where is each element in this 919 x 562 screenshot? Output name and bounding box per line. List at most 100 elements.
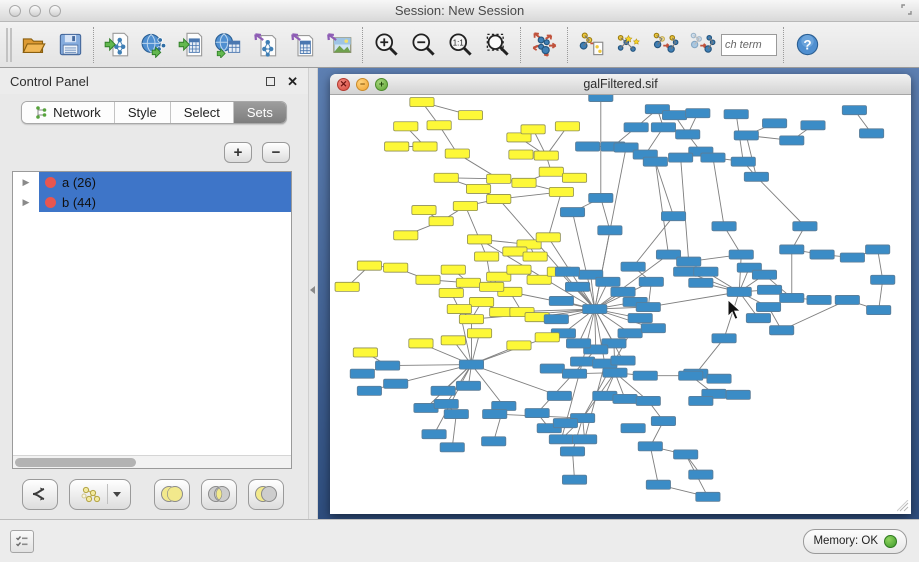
- graph-node[interactable]: [596, 277, 620, 286]
- graph-edge[interactable]: [655, 162, 673, 217]
- export-network-button[interactable]: [248, 27, 282, 63]
- graph-node[interactable]: [746, 314, 770, 323]
- graph-node[interactable]: [633, 371, 657, 380]
- graph-node[interactable]: [701, 153, 725, 162]
- network-from-selection-button[interactable]: [574, 27, 608, 63]
- graph-node[interactable]: [444, 410, 468, 419]
- graph-node[interactable]: [353, 348, 377, 357]
- graph-node[interactable]: [429, 217, 453, 226]
- graph-node[interactable]: [458, 111, 482, 120]
- graph-edge[interactable]: [452, 414, 456, 447]
- graph-edge[interactable]: [650, 446, 658, 484]
- graph-node[interactable]: [840, 253, 864, 262]
- graph-node[interactable]: [689, 470, 713, 479]
- graph-node[interactable]: [547, 391, 571, 400]
- set-intersection-button[interactable]: [201, 479, 237, 510]
- set-union-button[interactable]: [154, 479, 190, 510]
- graph-node[interactable]: [447, 305, 471, 314]
- network-frame-titlebar[interactable]: ✕ − + galFiltered.sif: [330, 74, 911, 95]
- graph-node[interactable]: [762, 119, 786, 128]
- graph-node[interactable]: [487, 174, 511, 183]
- graph-edge[interactable]: [756, 177, 805, 226]
- graph-node[interactable]: [726, 390, 750, 399]
- graph-node[interactable]: [482, 437, 506, 446]
- graph-node[interactable]: [560, 208, 584, 217]
- graph-node[interactable]: [375, 361, 399, 370]
- graph-node[interactable]: [570, 357, 594, 366]
- graph-node[interactable]: [679, 371, 703, 380]
- graph-node[interactable]: [534, 151, 558, 160]
- graph-node[interactable]: [507, 265, 531, 274]
- graph-node[interactable]: [727, 287, 751, 296]
- graph-node[interactable]: [560, 447, 584, 456]
- graph-node[interactable]: [712, 334, 736, 343]
- graph-node[interactable]: [483, 410, 507, 419]
- search-input[interactable]: ch term: [721, 34, 777, 56]
- graph-node[interactable]: [662, 111, 686, 120]
- graph-node[interactable]: [549, 296, 573, 305]
- graph-node[interactable]: [384, 379, 408, 388]
- zoom-actual-size-button[interactable]: 1:1: [443, 27, 477, 63]
- graph-edge[interactable]: [713, 158, 724, 227]
- new-network-selected-all-edges-button[interactable]: [648, 27, 682, 63]
- import-table-url-button[interactable]: [211, 27, 245, 63]
- graph-node[interactable]: [434, 173, 458, 182]
- graph-node[interactable]: [583, 305, 607, 314]
- graph-node[interactable]: [445, 149, 469, 158]
- save-session-button[interactable]: [53, 27, 87, 63]
- graph-node[interactable]: [507, 341, 531, 350]
- graph-node[interactable]: [555, 122, 579, 131]
- graph-node[interactable]: [651, 417, 675, 426]
- graph-node[interactable]: [801, 121, 825, 130]
- graph-node[interactable]: [350, 369, 374, 378]
- graph-node[interactable]: [562, 369, 586, 378]
- graph-node[interactable]: [487, 194, 511, 203]
- graph-node[interactable]: [549, 187, 573, 196]
- import-table-file-button[interactable]: [174, 27, 208, 63]
- import-network-file-button[interactable]: [100, 27, 134, 63]
- graph-node[interactable]: [867, 306, 891, 315]
- graph-node[interactable]: [562, 475, 586, 484]
- graph-node[interactable]: [453, 202, 477, 211]
- graph-node[interactable]: [536, 233, 560, 242]
- graph-node[interactable]: [677, 257, 701, 266]
- graph-node[interactable]: [628, 314, 652, 323]
- export-image-button[interactable]: [322, 27, 356, 63]
- graph-node[interactable]: [756, 302, 780, 311]
- graph-node[interactable]: [540, 364, 564, 373]
- graph-node[interactable]: [646, 480, 670, 489]
- graph-node[interactable]: [441, 336, 465, 345]
- graph-node[interactable]: [416, 275, 440, 284]
- graph-node[interactable]: [357, 386, 381, 395]
- graph-node[interactable]: [651, 123, 675, 132]
- fullscreen-icon[interactable]: [901, 4, 912, 18]
- graph-node[interactable]: [512, 178, 536, 187]
- graph-node[interactable]: [780, 245, 804, 254]
- graph-node[interactable]: [357, 261, 381, 270]
- graph-node[interactable]: [525, 408, 549, 417]
- graph-node[interactable]: [707, 374, 731, 383]
- graph-node[interactable]: [412, 206, 436, 215]
- graph-node[interactable]: [565, 282, 589, 291]
- float-panel-icon[interactable]: [266, 77, 275, 86]
- memory-status-button[interactable]: Memory: OK: [803, 529, 907, 554]
- graph-node[interactable]: [686, 109, 710, 118]
- graph-node[interactable]: [807, 295, 831, 304]
- export-table-button[interactable]: [285, 27, 319, 63]
- dropdown-caret-icon[interactable]: [113, 492, 121, 497]
- graph-node[interactable]: [384, 263, 408, 272]
- graph-node[interactable]: [409, 339, 433, 348]
- graph-node[interactable]: [535, 333, 559, 342]
- graph-node[interactable]: [638, 442, 662, 451]
- graph-node[interactable]: [459, 315, 483, 324]
- graph-node[interactable]: [394, 231, 418, 240]
- set-difference-button[interactable]: [248, 479, 284, 510]
- graph-node[interactable]: [440, 443, 464, 452]
- graph-node[interactable]: [474, 252, 498, 261]
- graph-node[interactable]: [480, 282, 504, 291]
- remove-set-button[interactable]: −: [262, 142, 290, 163]
- graph-node[interactable]: [413, 142, 437, 151]
- graph-node[interactable]: [731, 157, 755, 166]
- expander-icon[interactable]: ▶: [13, 197, 39, 208]
- graph-node[interactable]: [422, 430, 446, 439]
